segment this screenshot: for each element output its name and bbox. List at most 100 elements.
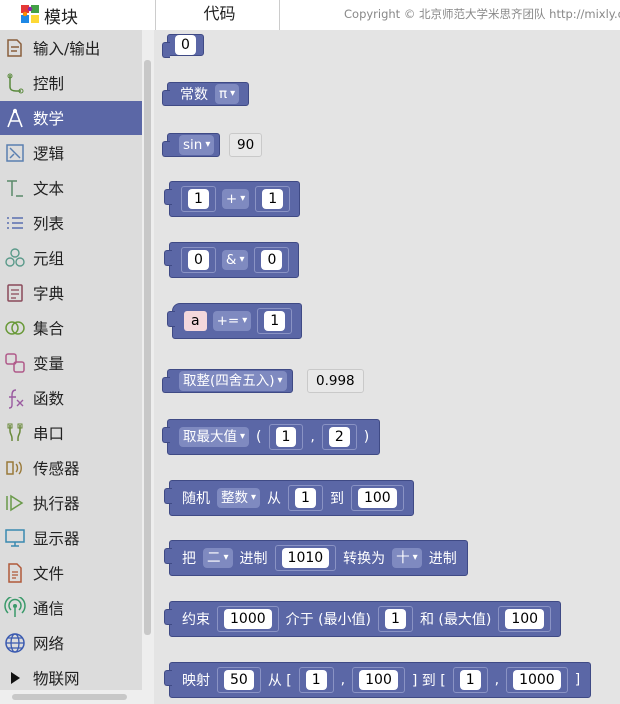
sidebar-item-iot[interactable]: 物联网: [0, 661, 142, 690]
bitwise-a-value[interactable]: 0: [188, 250, 209, 270]
sidebar-item-serial[interactable]: 串口: [0, 416, 142, 450]
trig-function-dropdown[interactable]: sin: [179, 135, 215, 155]
sidebar-item-display[interactable]: 显示器: [0, 521, 142, 555]
constrain-min[interactable]: 1: [385, 609, 406, 629]
bitwise-b-value[interactable]: 0: [261, 250, 283, 270]
map-slot-b1[interactable]: 1: [452, 667, 488, 693]
arith-b-value[interactable]: 1: [262, 189, 284, 209]
maxmin-slot-a[interactable]: 1: [268, 424, 304, 450]
bitwise-slot-a[interactable]: 0: [181, 247, 216, 273]
radix-from-dropdown[interactable]: 二: [203, 548, 233, 568]
radix-convert-block[interactable]: 把 二 进制 1010 转换为 十 进制: [164, 540, 468, 576]
map-label: 映射: [182, 673, 210, 689]
random-slot-a[interactable]: 1: [288, 485, 323, 511]
arith-slot-b[interactable]: 1: [255, 186, 291, 212]
maxmin-a-value[interactable]: 1: [275, 427, 297, 447]
map-from-label: 从 [: [267, 673, 292, 689]
assign-op-dropdown[interactable]: +=: [212, 311, 252, 331]
constant-dropdown[interactable]: π: [215, 84, 240, 104]
sidebar-item-io[interactable]: 输入/输出: [0, 31, 142, 65]
sidebar-item-logic[interactable]: 逻辑: [0, 136, 142, 170]
tab-code[interactable]: 代码: [160, 0, 280, 30]
sidebar-item-control[interactable]: 控制: [0, 66, 142, 100]
bitwise-op-dropdown[interactable]: &: [221, 250, 249, 270]
sidebar-item-variable[interactable]: 变量: [0, 346, 142, 380]
comma: ,: [310, 429, 315, 445]
map-b2-value[interactable]: 1000: [513, 670, 561, 690]
number-block[interactable]: 0: [162, 34, 204, 58]
round-block[interactable]: 取整(四舍五入): [162, 369, 293, 393]
arith-slot-a[interactable]: 1: [181, 186, 216, 212]
map-b1-value[interactable]: 1: [459, 670, 481, 690]
random-block[interactable]: 随机 整数 从 1 到 100: [164, 480, 414, 516]
sidebar-item-label: 集合: [33, 320, 65, 338]
tuple-icon: [2, 245, 28, 271]
trig-value[interactable]: 90: [229, 133, 263, 157]
map-comma-2: ,: [494, 672, 500, 688]
sidebar-item-math[interactable]: 数学: [0, 101, 142, 135]
arith-op-dropdown[interactable]: +: [221, 189, 250, 209]
close-paren: ): [363, 429, 370, 445]
maxmin-function-dropdown[interactable]: 取最大值: [179, 427, 250, 447]
random-type-dropdown[interactable]: 整数: [217, 488, 261, 508]
sidebar-item-dict[interactable]: 字典: [0, 276, 142, 310]
sidebar-item-tuple[interactable]: 元组: [0, 241, 142, 275]
sidebar-horizontal-thumb[interactable]: [12, 694, 127, 700]
sidebar-item-list[interactable]: 列表: [0, 206, 142, 240]
constrain-max-slot[interactable]: 100: [498, 606, 552, 632]
sidebar-item-label: 显示器: [33, 530, 80, 548]
round-value[interactable]: 0.998: [307, 369, 364, 393]
map-a2-value[interactable]: 100: [359, 670, 398, 690]
constrain-value[interactable]: 1000: [224, 609, 272, 629]
radix-value[interactable]: 1010: [281, 548, 330, 568]
sidebar-item-set[interactable]: 集合: [0, 311, 142, 345]
map-slot-b2[interactable]: 1000: [506, 667, 568, 693]
map-value-slot[interactable]: 50: [217, 667, 261, 693]
sidebar-item-file[interactable]: 文件: [0, 556, 142, 590]
round-function-dropdown[interactable]: 取整(四舍五入): [179, 371, 287, 391]
maxmin-slot-b[interactable]: 2: [321, 424, 357, 450]
constrain-max[interactable]: 100: [505, 609, 545, 629]
assign-op-block[interactable]: a += 1: [166, 303, 303, 339]
sidebar-item-text[interactable]: 文本: [0, 171, 142, 205]
map-slot-a1[interactable]: 1: [298, 667, 334, 693]
map-value[interactable]: 50: [224, 670, 254, 690]
map-block[interactable]: 映射 50 从 [ 1 , 100 ] 到 [ 1 , 1000 ]: [163, 662, 592, 698]
constrain-block[interactable]: 约束 1000 介于 (最小值) 1 和 (最大值) 100: [163, 601, 562, 637]
number-value[interactable]: 0: [175, 35, 196, 55]
sidebar-item-label: 网络: [33, 635, 65, 653]
constrain-value-slot[interactable]: 1000: [217, 606, 279, 632]
random-b-value[interactable]: 100: [357, 488, 397, 508]
sidebar-item-actuator[interactable]: 执行器: [0, 486, 142, 520]
bitwise-block[interactable]: 0 & 0: [163, 242, 300, 278]
radix-convert-label: 转换为: [343, 551, 386, 567]
maxmin-b-value[interactable]: 2: [328, 427, 350, 447]
bitwise-slot-b[interactable]: 0: [254, 247, 290, 273]
constant-block[interactable]: 常数 π: [161, 82, 250, 106]
set-icon: [2, 315, 28, 341]
sidebar-item-function[interactable]: 函数: [0, 381, 142, 415]
arith-a-value[interactable]: 1: [188, 189, 209, 209]
radix-jinzhi-label: 进制: [239, 551, 268, 567]
assign-value-slot[interactable]: 1: [257, 308, 293, 334]
sidebar-item-comm[interactable]: 通信: [0, 591, 142, 625]
sidebar-item-sensor[interactable]: 传感器: [0, 451, 142, 485]
constant-label: 常数: [180, 87, 208, 103]
map-close-bracket: ]: [574, 672, 581, 688]
arithmetic-block[interactable]: 1 + 1: [163, 181, 301, 217]
trig-block[interactable]: sin: [161, 133, 221, 157]
random-slot-b[interactable]: 100: [350, 485, 404, 511]
max-min-block[interactable]: 取最大值 ( 1 , 2 ): [161, 419, 381, 455]
constrain-min-slot[interactable]: 1: [378, 606, 413, 632]
toolbox-header: 模块: [0, 0, 155, 30]
sidebar-item-label: 函数: [33, 390, 65, 408]
map-a1-value[interactable]: 1: [305, 670, 327, 690]
random-a-value[interactable]: 1: [295, 488, 316, 508]
radix-value-slot[interactable]: 1010: [274, 545, 337, 571]
map-slot-a2[interactable]: 100: [352, 667, 405, 693]
sidebar-item-network[interactable]: 网络: [0, 626, 142, 660]
assign-value[interactable]: 1: [264, 311, 286, 331]
radix-to-dropdown[interactable]: 十: [392, 548, 422, 568]
sidebar-scroll-thumb[interactable]: [144, 60, 151, 635]
assign-variable[interactable]: a: [184, 311, 207, 331]
